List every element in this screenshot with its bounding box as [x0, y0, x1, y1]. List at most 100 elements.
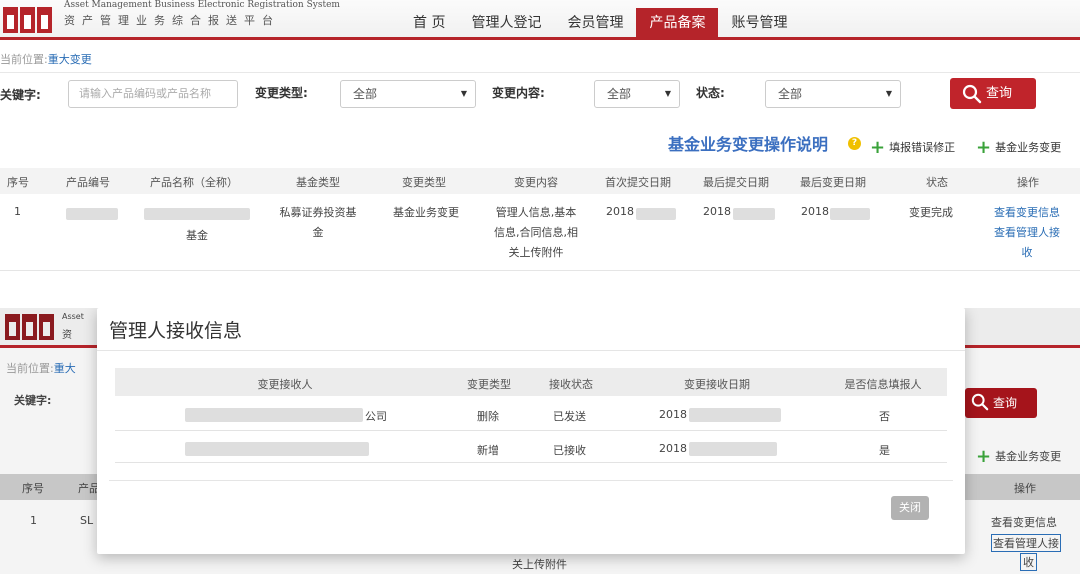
- nav-product-filing[interactable]: 产品备案: [636, 8, 719, 40]
- redacted-product-code: [66, 208, 118, 220]
- nav-account-management[interactable]: 账号管理: [718, 8, 800, 40]
- nav-member-management[interactable]: 会员管理: [554, 8, 636, 40]
- divider: [97, 350, 965, 351]
- chevron-down-icon: ▼: [460, 89, 467, 98]
- nav-home[interactable]: 首 页: [400, 8, 458, 40]
- row-receive-status: 已发送: [553, 410, 586, 423]
- fix-error-label: 填报错误修正: [889, 141, 956, 154]
- change-content-line2: 信息,合同信息,相: [494, 226, 578, 239]
- col-last-change: 最后变更日期: [800, 176, 866, 189]
- redacted-date: [636, 208, 676, 220]
- backdrop-col-op: 操作: [1014, 482, 1036, 495]
- row-receive-date: 2018: [659, 408, 687, 421]
- fund-type: 私募证券投资基 金: [280, 203, 357, 243]
- search-button[interactable]: 查询: [950, 78, 1036, 109]
- redacted-receiver: [185, 442, 369, 456]
- divider: [115, 462, 947, 463]
- change-type-select[interactable]: 全部 ▼: [340, 80, 476, 108]
- last-change-date: 2018: [801, 205, 829, 218]
- fund-type-line1: 私募证券投资基: [279, 206, 357, 219]
- change-content-line3: 关上传附件: [508, 246, 564, 259]
- col-index: 序号: [7, 176, 29, 189]
- change-content-label: 变更内容:: [492, 86, 545, 100]
- plus-icon: +: [870, 137, 886, 158]
- breadcrumb-current[interactable]: 重大变更: [48, 53, 92, 66]
- redacted-date: [733, 208, 775, 220]
- main-page: Asset Management Business Electronic Reg…: [0, 0, 1080, 288]
- col-product-code: 产品编号: [66, 176, 110, 189]
- col-status: 状态: [926, 176, 948, 189]
- receiver-suffix: 公司: [365, 410, 387, 423]
- view-manager-link[interactable]: 查看管理人接: [994, 223, 1060, 243]
- col-receive-date: 变更接收日期: [684, 378, 750, 391]
- nav-manager-registration[interactable]: 管理人登记: [458, 8, 554, 40]
- change-content-select[interactable]: 全部 ▼: [594, 80, 680, 108]
- col-change-content: 变更内容: [514, 176, 558, 189]
- backdrop-search-button: 查询: [965, 388, 1037, 418]
- backdrop-row-content: 关上传附件: [512, 558, 567, 571]
- fund-change-label: 基金业务变更: [995, 141, 1062, 154]
- dialog-table-header: 变更接收人 变更类型 接收状态 变更接收日期 是否信息填报人: [115, 368, 947, 396]
- row-index: 1: [14, 205, 21, 218]
- redacted-receiver: [185, 408, 363, 422]
- table-header: 序号 产品编号 产品名称（全称） 基金类型 变更类型 变更内容 首次提交日期 最…: [0, 168, 1080, 194]
- change-content: 管理人信息,基本 信息,合同信息,相 关上传附件: [494, 203, 578, 263]
- amber-logo-icon: [5, 314, 54, 340]
- plus-icon: +: [976, 446, 992, 467]
- manager-receipt-dialog: 管理人接收信息 变更接收人 变更类型 接收状态 变更接收日期 是否信息填报人 公…: [97, 308, 965, 554]
- fund-type-line2: 金: [312, 226, 324, 239]
- keyword-label: 关键字:: [0, 88, 41, 102]
- status-select[interactable]: 全部 ▼: [765, 80, 901, 108]
- first-submit-date: 2018: [606, 205, 634, 218]
- backdrop-brand-cn: 资: [62, 330, 72, 341]
- divider: [109, 480, 953, 481]
- question-icon: ?: [848, 137, 861, 150]
- backdrop-view-manager-link-line2: 收: [1020, 553, 1037, 571]
- backdrop-fund-change-label: 基金业务变更: [995, 450, 1062, 463]
- redacted-date: [830, 208, 870, 220]
- change-type-value: 全部: [353, 87, 378, 101]
- view-manager-link-line2[interactable]: 收: [994, 243, 1060, 263]
- amber-logo-icon: [3, 7, 52, 33]
- main-nav: 首 页 管理人登记 会员管理 产品备案 账号管理: [400, 8, 800, 40]
- row-is-filer: 是: [879, 444, 890, 457]
- divider: [115, 430, 947, 431]
- change-type-label: 变更类型:: [255, 86, 308, 100]
- backdrop-row-code: SL: [80, 514, 94, 527]
- change-type: 基金业务变更: [393, 206, 459, 219]
- fix-error-button[interactable]: + 填报错误修正: [870, 137, 955, 158]
- backdrop-view-manager-link: 查看管理人接: [991, 534, 1061, 552]
- breadcrumb-prefix: 当前位置:: [0, 53, 48, 66]
- backdrop-keyword-label: 关键字:: [14, 394, 52, 407]
- search-icon: [971, 393, 989, 411]
- row-change-type: 删除: [477, 410, 499, 423]
- col-change-type: 变更类型: [402, 176, 446, 189]
- chevron-down-icon: ▼: [885, 89, 892, 98]
- redacted-date: [689, 442, 777, 456]
- product-name-suffix: 基金: [186, 229, 208, 242]
- redacted-product-name: [144, 208, 250, 220]
- row-receive-status: 已接收: [553, 444, 586, 457]
- view-change-link[interactable]: 查看变更信息: [994, 203, 1060, 223]
- plus-icon: +: [976, 137, 992, 158]
- col-change-type: 变更类型: [467, 378, 511, 391]
- col-product-name: 产品名称（全称）: [150, 176, 238, 189]
- close-button[interactable]: 关闭: [891, 496, 929, 520]
- fund-change-button[interactable]: + 基金业务变更: [976, 137, 1061, 158]
- brand-name-cn: 资产管理业务综合报送平台: [64, 14, 280, 27]
- keyword-input[interactable]: 请输入产品编码或产品名称: [68, 80, 238, 108]
- change-content-line1: 管理人信息,基本: [495, 206, 577, 219]
- search-icon: [962, 84, 982, 104]
- help-instructions-link[interactable]: 基金业务变更操作说明: [668, 131, 828, 155]
- backdrop-brand-en: Asset: [62, 312, 84, 321]
- row-status: 变更完成: [909, 206, 953, 219]
- col-first-submit: 首次提交日期: [605, 176, 671, 189]
- redacted-date: [689, 408, 781, 422]
- backdrop-search-label: 查询: [993, 396, 1018, 410]
- divider: [0, 270, 1080, 271]
- backdrop-col-index: 序号: [22, 482, 44, 495]
- backdrop-breadcrumb-prefix: 当前位置:: [6, 362, 54, 375]
- divider: [0, 72, 1080, 73]
- status-label: 状态:: [696, 86, 725, 100]
- brand-name-en: Asset Management Business Electronic Reg…: [64, 0, 340, 10]
